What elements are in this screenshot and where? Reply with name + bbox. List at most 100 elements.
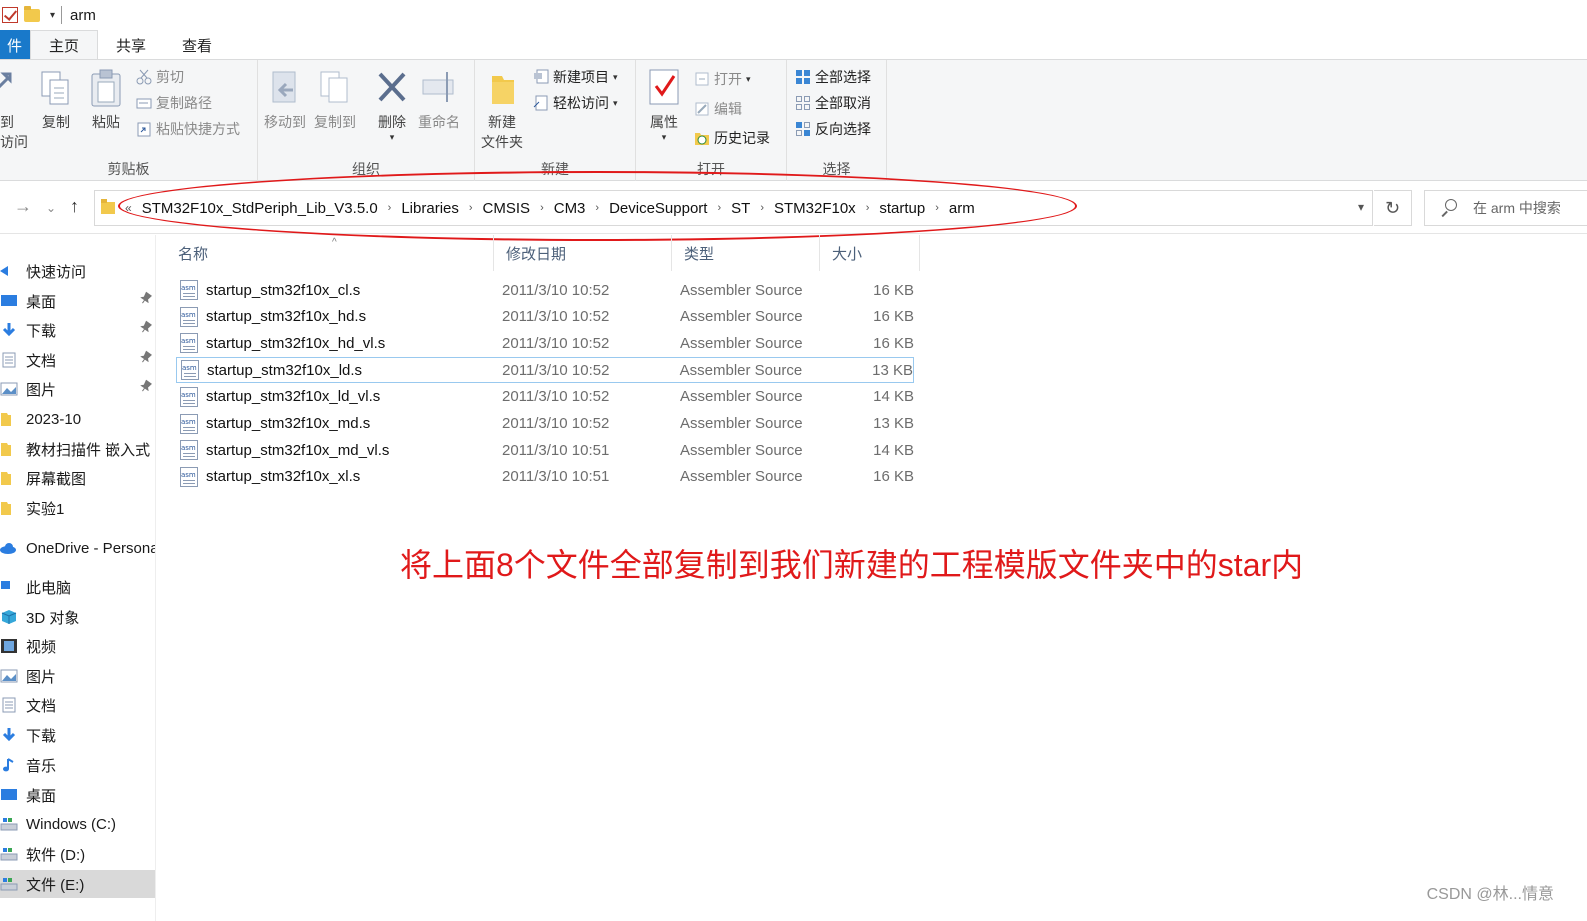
sidebar-item[interactable]: 实验1 — [0, 494, 156, 522]
new-item-button[interactable]: 新建项目 ▾ — [533, 66, 618, 88]
sidebar-item[interactable]: Windows (C:) — [0, 810, 156, 838]
search-icon — [1439, 199, 1457, 217]
file-row[interactable]: startup_stm32f10x_md_vl.s 2011/3/10 10:51… — [176, 437, 914, 463]
copy-to-button[interactable]: 复制到 — [314, 68, 356, 132]
sidebar-item[interactable]: 文档 — [0, 691, 156, 719]
select-all-button[interactable]: 全部选择 — [795, 66, 871, 88]
sidebar-item[interactable]: 文档 — [0, 346, 156, 374]
breadcrumb-chevron-icon[interactable]: › — [384, 202, 396, 214]
history-button[interactable]: 历史记录 — [694, 127, 770, 149]
column-header-type[interactable]: 类型 — [672, 235, 820, 271]
move-to-button[interactable]: 移动到 — [264, 68, 306, 132]
breadcrumb-chevron-icon[interactable]: › — [713, 202, 725, 214]
select-none-button[interactable]: 全部取消 — [795, 92, 871, 114]
sidebar-item[interactable]: 快速访问 — [0, 257, 156, 285]
file-row[interactable]: startup_stm32f10x_ld_vl.s 2011/3/10 10:52… — [176, 384, 914, 410]
sidebar-item[interactable]: OneDrive - Persona — [0, 534, 156, 562]
pin-to-quick-access-button[interactable]: 到 访问 — [0, 68, 32, 152]
breadcrumb-chevron-icon[interactable]: › — [536, 202, 548, 214]
breadcrumb-item[interactable]: STM32F10x_StdPeriph_Lib_V3.5.0 — [136, 200, 384, 217]
sidebar-item[interactable]: 屏幕截图 — [0, 464, 156, 492]
breadcrumb-chevron-icon[interactable]: › — [591, 202, 603, 214]
sidebar-item[interactable]: 图片 — [0, 662, 156, 690]
tab-file[interactable]: 件 — [0, 30, 30, 60]
recent-locations-chevron-icon[interactable]: ⌄ — [46, 201, 56, 215]
properties-dropdown-icon[interactable]: ▾ — [662, 132, 667, 143]
search-box[interactable]: 在 arm 中搜索 — [1424, 190, 1587, 226]
customize-quick-access-icon[interactable]: ▾ — [50, 10, 55, 21]
select-none-icon — [795, 95, 811, 111]
pin-icon[interactable] — [137, 319, 154, 337]
breadcrumb-chevron-icon[interactable]: › — [756, 202, 768, 214]
address-dropdown-icon[interactable]: ▾ — [1358, 200, 1364, 214]
file-row[interactable]: startup_stm32f10x_xl.s 2011/3/10 10:51 Ass… — [176, 464, 914, 490]
file-row[interactable]: startup_stm32f10x_md.s 2011/3/10 10:52 Ass… — [176, 411, 914, 437]
sidebar-item[interactable]: 桌面 — [0, 287, 156, 315]
file-row[interactable]: startup_stm32f10x_ld.s 2011/3/10 10:52 Ass… — [176, 357, 914, 384]
breadcrumb-item[interactable]: arm — [943, 200, 981, 217]
tab-view[interactable]: 查看 — [164, 30, 230, 60]
sidebar-item[interactable]: 此电脑 — [0, 573, 156, 601]
drive-icon — [0, 876, 18, 892]
breadcrumb-item[interactable]: CM3 — [548, 200, 592, 217]
sidebar-item[interactable]: 桌面 — [0, 781, 156, 809]
breadcrumb-item[interactable]: ST — [725, 200, 756, 217]
sidebar-item[interactable]: 视频 — [0, 632, 156, 660]
new-item-dropdown-icon[interactable]: ▾ — [613, 72, 618, 83]
title-separator — [61, 6, 63, 24]
column-header-name[interactable]: 名称 — [166, 235, 494, 271]
file-row[interactable]: startup_stm32f10x_hd_vl.s 2011/3/10 10:52… — [176, 330, 914, 356]
open-dropdown-icon[interactable]: ▾ — [746, 74, 751, 85]
invert-selection-button[interactable]: 反向选择 — [795, 118, 871, 140]
sidebar-item[interactable]: 文件 (E:) — [0, 870, 156, 898]
breadcrumb-chevron-icon[interactable]: › — [465, 202, 477, 214]
up-arrow-icon[interactable]: ↑ — [70, 196, 79, 217]
sidebar-item[interactable]: 下载 — [0, 316, 156, 344]
new-folder-button[interactable]: 新建 文件夹 — [481, 68, 523, 152]
cut-button[interactable]: 剪切 — [136, 66, 184, 88]
address-bar[interactable]: « STM32F10x_StdPeriph_Lib_V3.5.0 › Librari… — [94, 190, 1373, 226]
properties-button[interactable]: 属性 ▾ — [646, 68, 682, 143]
breadcrumb-item[interactable]: STM32F10x — [768, 200, 862, 217]
pin-icon[interactable] — [137, 349, 154, 367]
breadcrumb-item[interactable]: Libraries — [395, 200, 465, 217]
breadcrumb-overflow-icon[interactable]: « — [123, 201, 136, 215]
sidebar-item[interactable]: 2023-10 — [0, 405, 156, 433]
pin-icon[interactable] — [137, 290, 154, 308]
asm-file-icon — [180, 440, 198, 461]
delete-button[interactable]: 删除 ▾ — [374, 68, 410, 143]
copy-button[interactable]: 复制 — [38, 68, 74, 132]
sidebar-item[interactable]: 图片 — [0, 375, 156, 403]
sidebar-item[interactable]: 软件 (D:) — [0, 840, 156, 868]
breadcrumb-chevron-icon[interactable]: › — [862, 202, 874, 214]
select-group: 全部选择 全部取消 反向选择 选择 — [787, 60, 887, 181]
forward-arrow-icon[interactable]: → — [14, 196, 32, 217]
sidebar-item[interactable]: 音乐 — [0, 751, 156, 779]
breadcrumb-chevron-icon[interactable]: › — [931, 202, 943, 214]
rename-button[interactable]: 重命名 — [418, 68, 460, 132]
properties-checkbox-icon[interactable] — [2, 7, 18, 23]
breadcrumb-item[interactable]: DeviceSupport — [603, 200, 713, 217]
delete-dropdown-icon[interactable]: ▾ — [390, 132, 395, 143]
sidebar-item[interactable]: 教材扫描件 嵌入式 — [0, 435, 156, 463]
sidebar-item[interactable]: 3D 对象 — [0, 603, 156, 631]
copy-path-button[interactable]: 复制路径 — [136, 92, 212, 114]
file-row[interactable]: startup_stm32f10x_cl.s 2011/3/10 10:52 Ass… — [176, 277, 914, 303]
file-row[interactable]: startup_stm32f10x_hd.s 2011/3/10 10:52 Ass… — [176, 304, 914, 330]
pin-icon[interactable] — [137, 378, 154, 396]
column-header-date[interactable]: 修改日期 — [494, 235, 672, 271]
refresh-button[interactable]: ↻ — [1374, 190, 1412, 226]
breadcrumb-item[interactable]: startup — [873, 200, 931, 217]
tab-share[interactable]: 共享 — [98, 30, 164, 60]
easy-access-button[interactable]: 轻松访问 ▾ — [533, 92, 618, 114]
edit-button[interactable]: 编辑 — [694, 98, 742, 120]
column-header-size[interactable]: 大小 — [820, 235, 920, 271]
sidebar-item[interactable]: 下载 — [0, 721, 156, 749]
breadcrumb-item[interactable]: CMSIS — [477, 200, 537, 217]
tab-home[interactable]: 主页 — [30, 30, 99, 60]
paste-shortcut-button[interactable]: 粘贴快捷方式 — [136, 118, 240, 140]
new-folder-icon[interactable] — [24, 5, 40, 22]
paste-button[interactable]: 粘贴 — [88, 68, 124, 132]
easy-access-dropdown-icon[interactable]: ▾ — [613, 98, 618, 109]
open-button[interactable]: 打开 ▾ — [694, 68, 751, 90]
